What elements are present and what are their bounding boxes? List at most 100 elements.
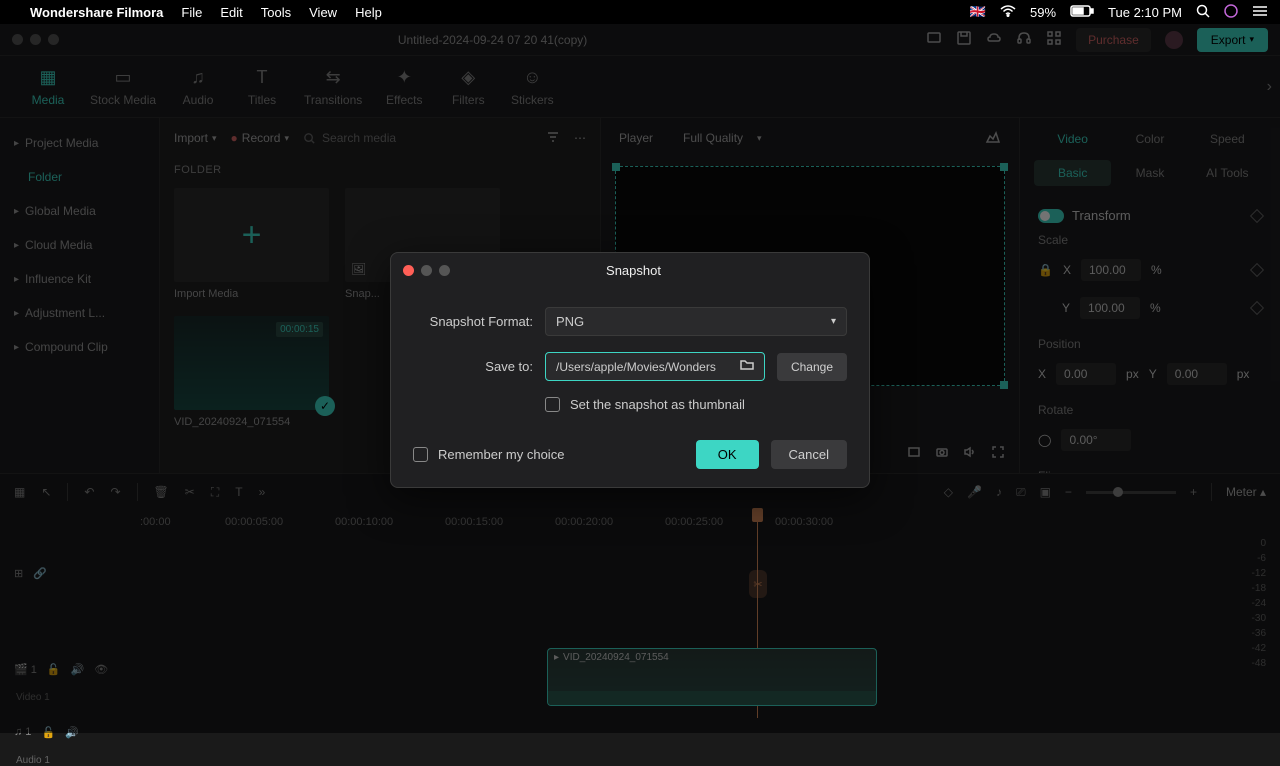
siri-icon[interactable] [1224,4,1238,21]
tabs-scroll-right[interactable]: › [1267,78,1272,96]
sidebar-cloud-media[interactable]: ▸Cloud Media [0,228,159,262]
props-subtab-mask[interactable]: Mask [1111,160,1188,186]
undo-icon[interactable]: ↶ [84,485,94,499]
zoom-out-icon[interactable]: − [1065,485,1072,499]
cloud-icon[interactable] [986,30,1002,49]
scale-y-input[interactable] [1080,297,1140,319]
tab-transitions[interactable]: ⇆Transitions [304,67,362,107]
text-icon[interactable]: T [235,485,242,499]
lock-audio-icon[interactable]: 🔓 [41,726,55,739]
rotate-input[interactable] [1061,429,1131,451]
video-track-icon[interactable]: 🎬 1 [14,663,37,676]
audio-track-icon[interactable]: ♫ 1 [14,726,31,738]
props-subtab-basic[interactable]: Basic [1034,160,1111,186]
menu-file[interactable]: File [181,5,202,20]
cut-icon[interactable]: ✂ [185,485,195,499]
props-tab-video[interactable]: Video [1034,128,1111,150]
tab-audio[interactable]: ♫Audio [176,67,220,107]
menu-edit[interactable]: Edit [220,5,242,20]
screen-icon[interactable] [926,30,942,49]
folder-open-icon[interactable] [740,359,754,374]
sidebar-project-media[interactable]: ▸Project Media [0,126,159,160]
spotlight-icon[interactable] [1196,4,1210,21]
record-button[interactable]: ●Record ▾ [231,131,289,145]
add-track-icon[interactable]: ⊞ [14,567,23,580]
tab-stock[interactable]: ▭Stock Media [90,67,156,107]
tab-effects[interactable]: ✦Effects [382,67,426,107]
rotate-knob[interactable]: ◯ [1038,433,1051,447]
menu-help[interactable]: Help [355,5,382,20]
mixer-icon[interactable]: ⎚ [1016,485,1026,500]
props-tab-speed[interactable]: Speed [1189,128,1266,150]
sidebar-adjustment[interactable]: ▸Adjustment L... [0,296,159,330]
filter-icon[interactable] [546,130,560,147]
tab-filters[interactable]: ◈Filters [446,67,490,107]
lock-icon[interactable]: 🔒 [1038,263,1053,277]
link-icon[interactable]: 🔗 [33,567,47,580]
keyframe-icon[interactable] [1250,301,1264,315]
redo-icon[interactable]: ↷ [110,485,120,499]
search-media[interactable] [303,131,532,145]
render-icon[interactable]: ▣ [1040,485,1051,499]
sidebar-compound[interactable]: ▸Compound Clip [0,330,159,364]
menu-view[interactable]: View [309,5,337,20]
marker-icon[interactable]: ◇ [944,485,953,499]
tl-cursor-icon[interactable]: ↖ [41,485,51,499]
camera-icon[interactable] [935,445,949,462]
apps-icon[interactable] [1046,30,1062,49]
sidebar-global-media[interactable]: ▸Global Media [0,194,159,228]
clock[interactable]: Tue 2:10 PM [1108,5,1182,20]
volume-icon[interactable] [963,445,977,462]
sidebar-influence-kit[interactable]: ▸Influence Kit [0,262,159,296]
ok-button[interactable]: OK [696,440,759,469]
snapshot-histogram-icon[interactable] [985,130,1001,147]
keyframe-icon[interactable] [1250,208,1264,222]
purchase-button[interactable]: Purchase [1076,28,1151,52]
cancel-button[interactable]: Cancel [771,440,847,469]
wifi-icon[interactable] [1000,5,1016,20]
scale-x-input[interactable] [1081,259,1141,281]
change-button[interactable]: Change [777,353,847,381]
player-quality-select[interactable]: Full Quality▾ [683,131,762,145]
menu-tools[interactable]: Tools [261,5,291,20]
user-avatar[interactable] [1165,31,1183,49]
clip-card[interactable]: 00:00:15 ✓ VID_20240924_071554 [174,316,329,428]
format-select[interactable]: PNG▾ [545,307,847,336]
save-icon[interactable] [956,30,972,49]
sidebar-folder[interactable]: Folder [0,160,159,194]
more-tl-icon[interactable]: » [259,485,266,499]
headphones-icon[interactable] [1016,30,1032,49]
mute-audio-icon[interactable]: 🔊 [65,726,79,739]
delete-icon[interactable]: 🗑 [154,485,169,499]
keyframe-icon[interactable] [1250,263,1264,277]
save-path-input[interactable]: /Users/apple/Movies/Wonders [545,352,765,381]
crop-icon[interactable]: ⛶ [211,485,219,500]
lock-track-icon[interactable]: 🔓 [47,663,61,676]
thumbnail-checkbox[interactable] [545,397,560,412]
control-center-icon[interactable] [1252,5,1268,20]
window-close[interactable] [12,34,23,45]
mute-video-icon[interactable]: 🔊 [71,663,85,676]
aspect-icon[interactable] [907,445,921,462]
battery-icon[interactable] [1070,5,1094,20]
window-max[interactable] [48,34,59,45]
timeline-clip[interactable]: ▸VID_20240924_071554 [547,648,877,706]
tl-grid-icon[interactable]: ▦ [14,485,25,499]
app-menu[interactable]: Wondershare Filmora [30,5,163,20]
audio-icon[interactable]: ♪ [996,485,1002,499]
zoom-slider[interactable] [1086,491,1176,494]
zoom-in-icon[interactable]: + [1190,485,1197,499]
props-subtab-ai[interactable]: AI Tools [1189,160,1266,186]
tab-media[interactable]: ▦Media [26,67,70,107]
more-icon[interactable]: ⋯ [574,131,586,145]
pos-x-input[interactable] [1056,363,1116,385]
import-media-card[interactable]: + Import Media [174,188,329,300]
search-input[interactable] [322,131,477,145]
flag-icon[interactable]: 🇬🇧 [970,4,986,20]
pos-y-input[interactable] [1167,363,1227,385]
tab-titles[interactable]: TTitles [240,67,284,107]
meter-label[interactable]: Meter ▴ [1226,485,1266,499]
eye-icon[interactable]: 👁 [94,663,108,676]
transform-toggle[interactable] [1038,209,1064,223]
props-tab-color[interactable]: Color [1111,128,1188,150]
